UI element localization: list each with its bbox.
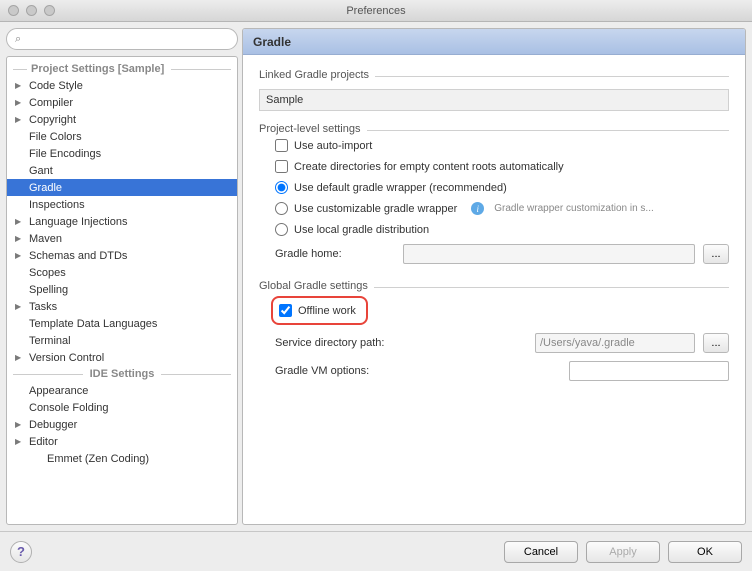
ide-settings-header: IDE Settings (7, 366, 237, 382)
auto-import-row: Use auto-import (259, 135, 729, 156)
gradle-home-label: Gradle home: (275, 248, 395, 260)
help-button[interactable]: ? (10, 541, 32, 563)
default-wrapper-label: Use default gradle wrapper (recommended) (294, 182, 507, 194)
custom-wrapper-row: Use customizable gradle wrapper i Gradle… (259, 198, 729, 219)
tree-item[interactable]: Gradle (7, 179, 237, 196)
tree-item[interactable]: Spelling (7, 281, 237, 298)
titlebar: Preferences (0, 0, 752, 22)
service-dir-label: Service directory path: (275, 337, 395, 349)
minimize-window-icon[interactable] (26, 5, 37, 16)
service-dir-browse-button[interactable]: ... (703, 333, 729, 353)
tree-item[interactable]: Tasks (7, 298, 237, 315)
custom-wrapper-hint: Gradle wrapper customization in s... (494, 203, 654, 214)
create-dirs-row: Create directories for empty content roo… (259, 156, 729, 177)
ok-button[interactable]: OK (668, 541, 742, 563)
tree-item[interactable]: Code Style (7, 77, 237, 94)
tree-item[interactable]: File Colors (7, 128, 237, 145)
tree-item[interactable]: Gant (7, 162, 237, 179)
gradle-home-row: Gradle home: ... (259, 240, 729, 268)
service-dir-input[interactable] (535, 333, 695, 353)
vm-options-label: Gradle VM options: (275, 365, 395, 377)
offline-work-checkbox[interactable] (279, 304, 292, 317)
default-wrapper-row: Use default gradle wrapper (recommended) (259, 177, 729, 198)
main-panel: Gradle Linked Gradle projects Sample Pro… (242, 28, 746, 525)
offline-work-label: Offline work (298, 305, 356, 317)
settings-tree[interactable]: Project Settings [Sample] Code StyleComp… (6, 56, 238, 525)
search-icon: ⌕ (15, 33, 21, 46)
default-wrapper-radio[interactable] (275, 181, 288, 194)
cancel-button[interactable]: Cancel (504, 541, 578, 563)
tree-item[interactable]: Console Folding (7, 399, 237, 416)
gradle-home-input[interactable] (403, 244, 695, 264)
footer: ? Cancel Apply OK (0, 531, 752, 571)
tree-item[interactable]: Schemas and DTDs (7, 247, 237, 264)
search-field-wrap[interactable]: ⌕ (6, 28, 238, 50)
tree-item[interactable]: Appearance (7, 382, 237, 399)
custom-wrapper-radio[interactable] (275, 202, 288, 215)
window-title: Preferences (346, 5, 405, 17)
tree-item[interactable]: Emmet (Zen Coding) (7, 450, 237, 467)
linked-projects-fieldset: Linked Gradle projects Sample (259, 69, 729, 111)
tree-item[interactable]: Version Control (7, 349, 237, 366)
content: ⌕ Project Settings [Sample] Code StyleCo… (0, 22, 752, 531)
local-dist-row: Use local gradle distribution (259, 219, 729, 240)
close-window-icon[interactable] (8, 5, 19, 16)
auto-import-label: Use auto-import (294, 140, 372, 152)
gradle-home-browse-button[interactable]: ... (703, 244, 729, 264)
local-dist-label: Use local gradle distribution (294, 224, 429, 236)
project-level-fieldset: Project-level settings Use auto-import C… (259, 123, 729, 268)
panel-title: Gradle (243, 29, 745, 55)
linked-projects-legend: Linked Gradle projects (259, 69, 375, 81)
sidebar: ⌕ Project Settings [Sample] Code StyleCo… (6, 28, 238, 525)
panel-body: Linked Gradle projects Sample Project-le… (243, 55, 745, 524)
tree-item[interactable]: File Encodings (7, 145, 237, 162)
tree-item[interactable]: Copyright (7, 111, 237, 128)
info-icon[interactable]: i (471, 202, 484, 215)
window-controls (8, 5, 55, 16)
project-level-legend: Project-level settings (259, 123, 367, 135)
vm-options-input[interactable] (569, 361, 729, 381)
tree-item[interactable]: Debugger (7, 416, 237, 433)
linked-project-name: Sample (266, 94, 303, 106)
tree-item[interactable]: Inspections (7, 196, 237, 213)
tree-item[interactable]: Scopes (7, 264, 237, 281)
tree-item[interactable]: Terminal (7, 332, 237, 349)
create-dirs-label: Create directories for empty content roo… (294, 161, 564, 173)
vm-options-row: Gradle VM options: (259, 357, 729, 385)
tree-item[interactable]: Template Data Languages (7, 315, 237, 332)
offline-work-highlight: Offline work (271, 296, 368, 325)
local-dist-radio[interactable] (275, 223, 288, 236)
project-settings-header: Project Settings [Sample] (7, 61, 237, 77)
service-dir-row: Service directory path: ... (259, 329, 729, 357)
auto-import-checkbox[interactable] (275, 139, 288, 152)
create-dirs-checkbox[interactable] (275, 160, 288, 173)
zoom-window-icon[interactable] (44, 5, 55, 16)
apply-button[interactable]: Apply (586, 541, 660, 563)
tree-item[interactable]: Editor (7, 433, 237, 450)
global-fieldset: Global Gradle settings Offline work Serv… (259, 280, 729, 385)
linked-project-row[interactable]: Sample (259, 89, 729, 111)
tree-item[interactable]: Compiler (7, 94, 237, 111)
search-input[interactable] (25, 32, 229, 46)
tree-item[interactable]: Maven (7, 230, 237, 247)
offline-work-row: Offline work (275, 300, 356, 321)
custom-wrapper-label: Use customizable gradle wrapper (294, 203, 457, 215)
tree-item[interactable]: Language Injections (7, 213, 237, 230)
global-legend: Global Gradle settings (259, 280, 374, 292)
